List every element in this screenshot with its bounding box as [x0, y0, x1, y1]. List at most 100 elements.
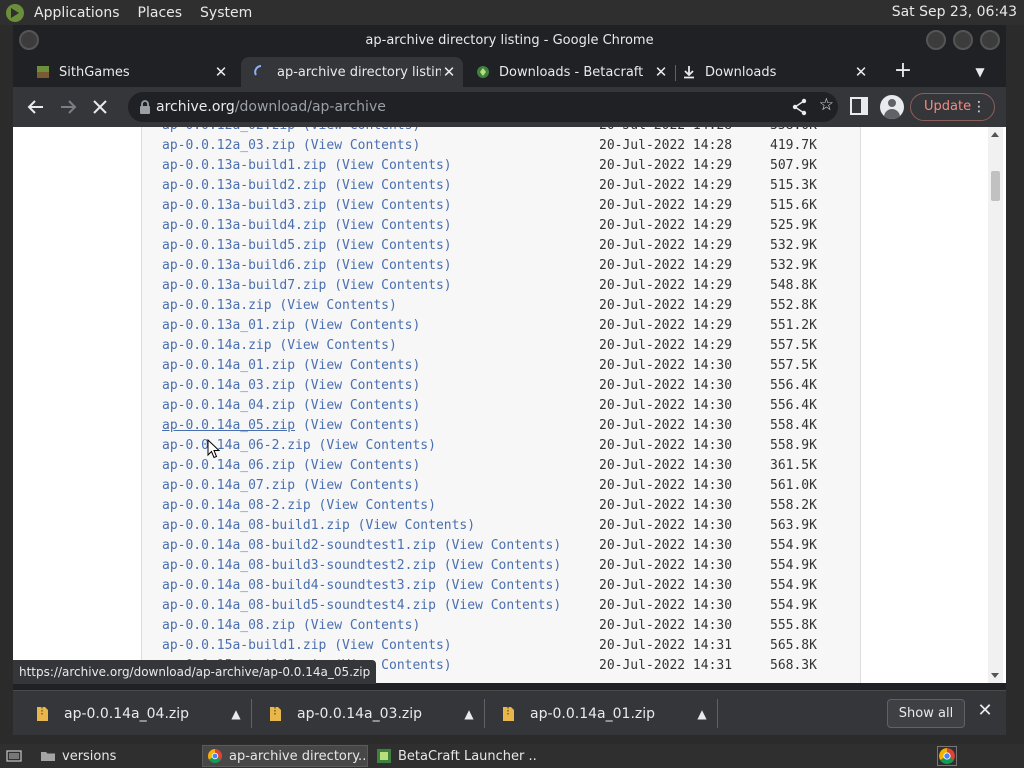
- tab-close-icon[interactable]: ✕: [213, 63, 229, 81]
- file-link[interactable]: ap-0.0.14a_08-build4-soundtest3.zip: [162, 578, 436, 593]
- file-link[interactable]: ap-0.0.13a-build4.zip: [162, 218, 326, 233]
- file-link[interactable]: ap-0.0.14a_05.zip: [162, 418, 295, 433]
- lock-icon[interactable]: [138, 99, 152, 115]
- chevron-up-icon[interactable]: ▲: [459, 707, 479, 721]
- forward-arrow-icon[interactable]: [56, 95, 80, 119]
- vertical-scrollbar[interactable]: [988, 127, 1003, 683]
- file-link[interactable]: ap-0.0.14a_07.zip: [162, 478, 295, 493]
- close-window-icon[interactable]: [980, 30, 1000, 50]
- view-contents-link[interactable]: (View Contents): [334, 158, 451, 173]
- tab-close-icon[interactable]: ✕: [441, 63, 457, 81]
- view-contents-link[interactable]: (View Contents): [279, 298, 396, 313]
- view-contents-link[interactable]: (View Contents): [303, 127, 420, 133]
- show-all-button[interactable]: Show all: [887, 699, 965, 728]
- tab-ap-archive[interactable]: ap-archive directory listin ✕: [241, 57, 463, 87]
- file-link[interactable]: ap-0.0.13a-build6.zip: [162, 258, 326, 273]
- view-contents-link[interactable]: (View Contents): [303, 418, 420, 433]
- minimize-icon[interactable]: [926, 30, 946, 50]
- file-link[interactable]: ap-0.0.13a-build2.zip: [162, 178, 326, 193]
- menu-system[interactable]: System: [200, 5, 252, 21]
- share-icon[interactable]: [790, 97, 810, 117]
- file-link[interactable]: ap-0.0.14a_01.zip: [162, 358, 295, 373]
- tab-sithgames[interactable]: SithGames ✕: [23, 57, 235, 87]
- view-contents-link[interactable]: (View Contents): [334, 218, 451, 233]
- view-contents-link[interactable]: (View Contents): [319, 438, 436, 453]
- panel-clock[interactable]: Sat Sep 23, 06:43: [892, 4, 1017, 20]
- file-link[interactable]: ap-0.0.13a-build7.zip: [162, 278, 326, 293]
- chevron-up-icon[interactable]: ▲: [692, 707, 712, 721]
- view-contents-link[interactable]: (View Contents): [334, 238, 451, 253]
- window-titlebar[interactable]: ap-archive directory listing - Google Ch…: [13, 25, 1006, 57]
- file-link[interactable]: ap-0.0.13a_01.zip: [162, 318, 295, 333]
- file-link[interactable]: ap-0.0.14a_08-build1.zip: [162, 518, 350, 533]
- close-shelf-icon[interactable]: ✕: [975, 701, 995, 721]
- maximize-icon[interactable]: [953, 30, 973, 50]
- file-link[interactable]: ap-0.0.13a.zip: [162, 298, 272, 313]
- menu-applications[interactable]: Applications: [34, 5, 120, 21]
- back-arrow-icon[interactable]: [24, 95, 48, 119]
- tray-chrome-icon[interactable]: [937, 746, 957, 766]
- tab-downloads[interactable]: Downloads ✕: [675, 57, 875, 87]
- stop-loading-icon[interactable]: [88, 95, 112, 119]
- scroll-up-icon[interactable]: [991, 132, 999, 137]
- taskbar-item-versions[interactable]: versions: [36, 745, 198, 767]
- view-contents-link[interactable]: (View Contents): [303, 398, 420, 413]
- file-link[interactable]: ap-0.0.14a_08-build3-soundtest2.zip: [162, 558, 436, 573]
- view-contents-link[interactable]: (View Contents): [303, 318, 420, 333]
- view-contents-link[interactable]: (View Contents): [444, 598, 561, 613]
- view-contents-link[interactable]: (View Contents): [358, 518, 475, 533]
- file-link[interactable]: ap-0.0.12a_03.zip: [162, 138, 295, 153]
- update-button[interactable]: Update ⋮: [910, 93, 995, 121]
- file-link[interactable]: ap-0.0.14a_04.zip: [162, 398, 295, 413]
- file-link[interactable]: ap-0.0.13a-build1.zip: [162, 158, 326, 173]
- address-bar[interactable]: archive.org/download/ap-archive ☆: [128, 92, 838, 122]
- file-link[interactable]: ap-0.0.14a_06-2.zip: [162, 438, 311, 453]
- profile-avatar-icon[interactable]: [880, 95, 904, 119]
- view-contents-link[interactable]: (View Contents): [303, 358, 420, 373]
- menu-places[interactable]: Places: [138, 5, 183, 21]
- download-item[interactable]: ap-0.0.14a_01.zip ▲: [492, 691, 712, 736]
- view-contents-link[interactable]: (View Contents): [303, 478, 420, 493]
- view-contents-link[interactable]: (View Contents): [303, 138, 420, 153]
- bookmark-star-icon[interactable]: ☆: [819, 95, 834, 115]
- show-desktop-button[interactable]: [2, 745, 32, 767]
- file-link[interactable]: ap-0.0.14a_08.zip: [162, 618, 295, 633]
- tab-betacraft-downloads[interactable]: Downloads - Betacraft ✕: [463, 57, 675, 87]
- file-link[interactable]: ap-0.0.14a_03.zip: [162, 378, 295, 393]
- view-contents-link[interactable]: (View Contents): [303, 458, 420, 473]
- file-link[interactable]: ap-0.0.14a.zip: [162, 338, 272, 353]
- tab-close-icon[interactable]: ✕: [653, 63, 669, 81]
- file-link[interactable]: ap-0.0.12a_02.zip: [162, 127, 295, 133]
- distro-logo-icon[interactable]: [4, 2, 26, 24]
- view-contents-link[interactable]: (View Contents): [303, 378, 420, 393]
- download-item[interactable]: ap-0.0.14a_03.zip ▲: [259, 691, 479, 736]
- file-link[interactable]: ap-0.0.13a-build3.zip: [162, 198, 326, 213]
- view-contents-link[interactable]: (View Contents): [334, 278, 451, 293]
- view-contents-link[interactable]: (View Contents): [334, 178, 451, 193]
- view-contents-link[interactable]: (View Contents): [303, 618, 420, 633]
- view-contents-link[interactable]: (View Contents): [334, 198, 451, 213]
- file-link[interactable]: ap-0.0.14a_08-build5-soundtest4.zip: [162, 598, 436, 613]
- file-link[interactable]: ap-0.0.14a_08-2.zip: [162, 498, 311, 513]
- new-tab-plus-icon[interactable]: +: [888, 57, 918, 87]
- download-item[interactable]: ap-0.0.14a_04.zip ▲: [26, 691, 246, 736]
- view-contents-link[interactable]: (View Contents): [444, 558, 561, 573]
- file-link[interactable]: ap-0.0.14a_08-build2-soundtest1.zip: [162, 538, 436, 553]
- kebab-menu-icon[interactable]: ⋮: [972, 94, 986, 120]
- tab-search-chevron-icon[interactable]: ▼: [966, 57, 994, 87]
- view-contents-link[interactable]: (View Contents): [444, 578, 561, 593]
- view-contents-link[interactable]: (View Contents): [319, 498, 436, 513]
- file-link[interactable]: ap-0.0.13a-build5.zip: [162, 238, 326, 253]
- scroll-down-icon[interactable]: [991, 673, 999, 678]
- view-contents-link[interactable]: (View Contents): [279, 338, 396, 353]
- taskbar-item-betacraft[interactable]: BetaCraft Launcher ...: [372, 745, 538, 767]
- view-contents-link[interactable]: (View Contents): [334, 258, 451, 273]
- scroll-thumb[interactable]: [991, 171, 1000, 201]
- file-link[interactable]: ap-0.0.15a-build1.zip: [162, 638, 326, 653]
- file-link[interactable]: ap-0.0.14a_06.zip: [162, 458, 295, 473]
- view-contents-link[interactable]: (View Contents): [444, 538, 561, 553]
- side-panel-icon[interactable]: [850, 97, 868, 115]
- tab-close-icon[interactable]: ✕: [853, 63, 869, 81]
- chevron-up-icon[interactable]: ▲: [226, 707, 246, 721]
- view-contents-link[interactable]: (View Contents): [334, 638, 451, 653]
